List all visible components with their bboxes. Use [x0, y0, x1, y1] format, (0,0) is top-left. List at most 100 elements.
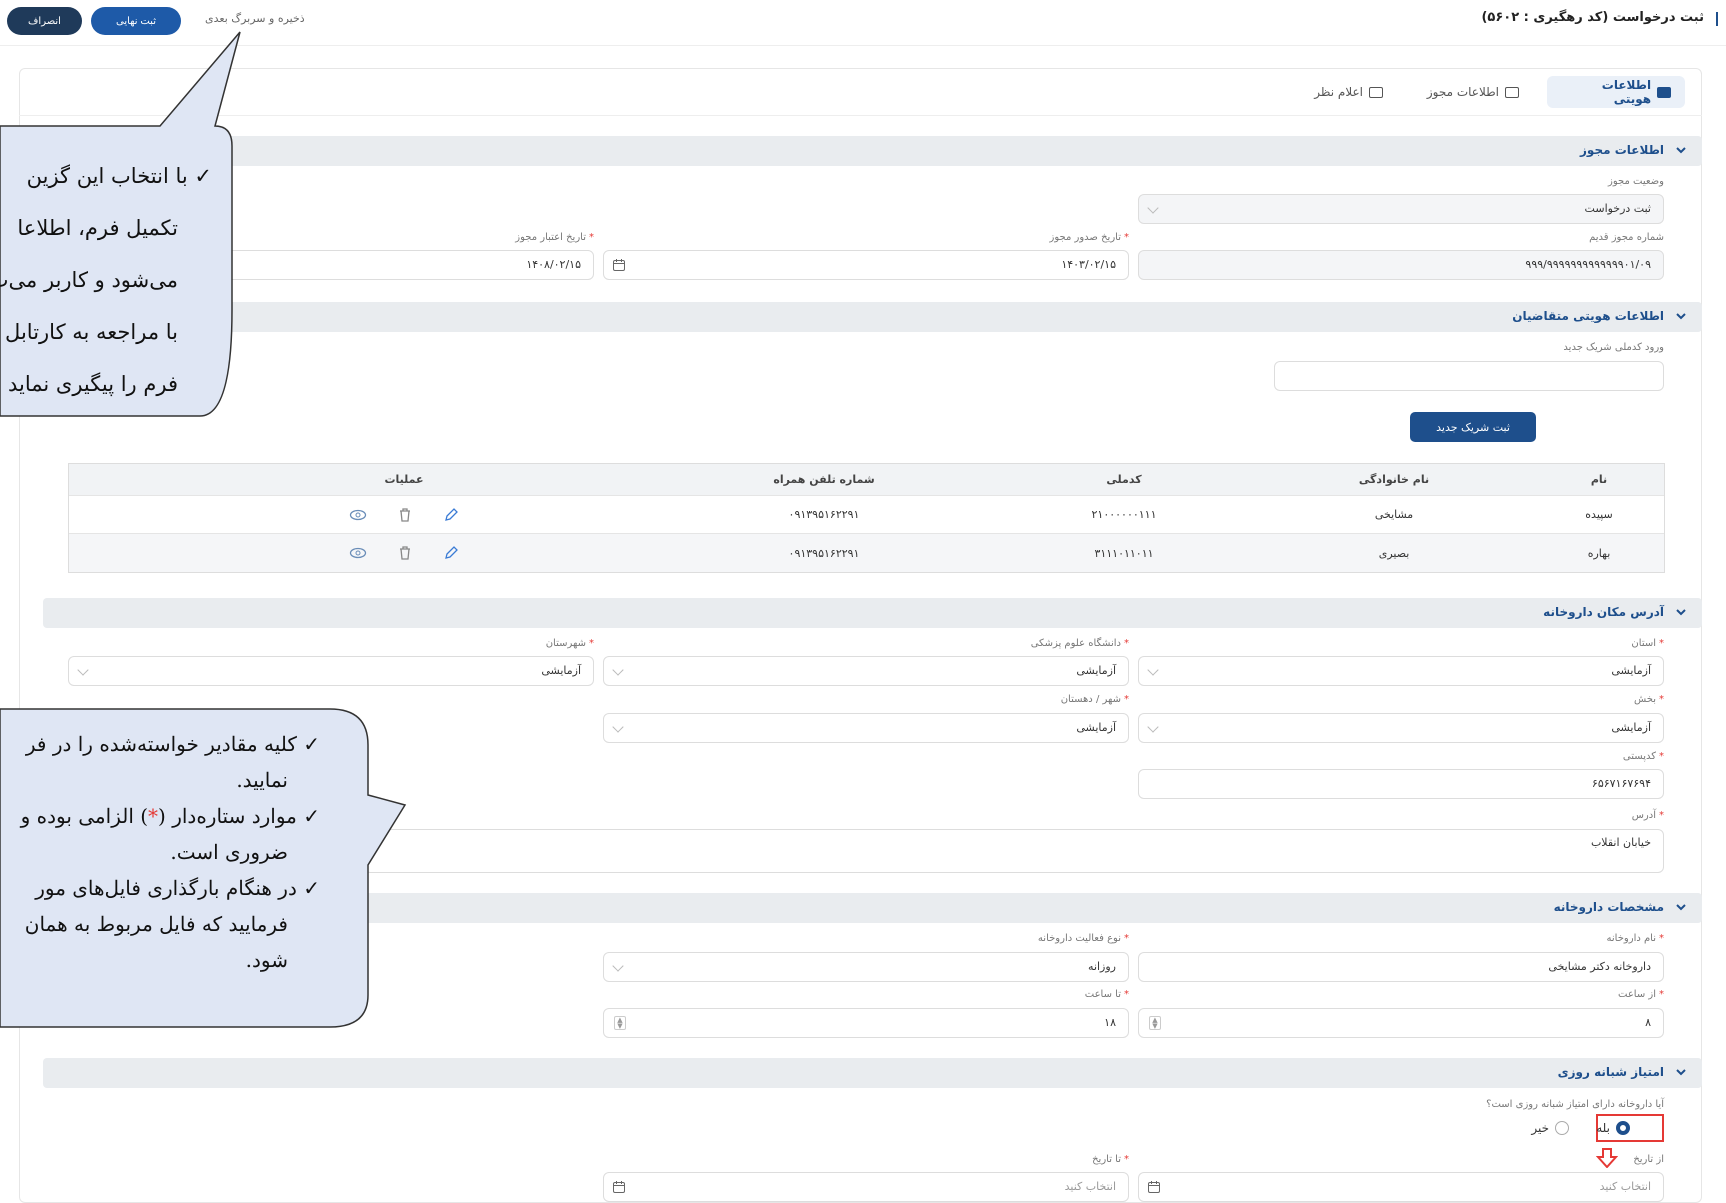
- section-night-header[interactable]: امتیاز شبانه روزی: [43, 1058, 1702, 1088]
- row-actions: [304, 496, 504, 533]
- chevron-down-icon: [612, 960, 624, 972]
- tab-opinion[interactable]: اعلام نظر: [1297, 76, 1397, 108]
- placeholder: انتخاب کنید: [1064, 1180, 1116, 1193]
- trash-icon[interactable]: [397, 545, 413, 561]
- check-icon: ✓: [303, 876, 320, 900]
- chevron-down-icon: [612, 664, 624, 676]
- callout-line: با مراجعه به کارتابل: [5, 320, 178, 344]
- chevron-down-icon: [1676, 1069, 1686, 1076]
- calendar-icon[interactable]: [1147, 1180, 1161, 1194]
- tab-label: اطلاعات هویتی: [1601, 78, 1652, 106]
- spinner-arrows-icon[interactable]: ▲ ▼: [1149, 1016, 1161, 1030]
- issue-date-label: *تاریخ صدور مجوز: [1049, 232, 1129, 243]
- select-value: آزمایشی: [1076, 664, 1116, 677]
- county-label: *شهرستان: [545, 638, 594, 649]
- back-indicator-icon[interactable]: [1716, 12, 1722, 26]
- tab-license[interactable]: اطلاعات مجوز: [1411, 76, 1533, 108]
- chevron-down-icon: [1147, 664, 1159, 676]
- cell-national-id: ۳۱۱۱۰۱۱۰۱۱: [1094, 546, 1154, 560]
- spinner-arrows-icon[interactable]: ▲ ▼: [614, 1016, 626, 1030]
- to-hour-label: *تا ساعت: [1084, 989, 1129, 1000]
- callout-text: ) الزامی بوده و: [20, 804, 149, 828]
- callout-text: کلیه مقادیر خواسته‌شده را در فر: [25, 732, 297, 756]
- from-date-field[interactable]: انتخاب کنید: [1138, 1172, 1664, 1202]
- check-icon: ✓: [303, 804, 320, 828]
- callout-line: فرمایید که فایل مربوط به همان: [24, 912, 288, 936]
- trash-icon[interactable]: [397, 507, 413, 523]
- folder-icon: [1369, 86, 1383, 98]
- label-text: تاریخ صدور مجوز: [1049, 232, 1121, 243]
- address-label: *آدرس: [1631, 810, 1664, 821]
- night-question-label: آیا داروخانه دارای امتیاز شبانه روزی است…: [1486, 1099, 1664, 1110]
- col-header: عملیات: [384, 473, 424, 486]
- section-address-header[interactable]: آدرس مکان داروخانه: [43, 598, 1702, 628]
- cell-first-name: بهاره: [1587, 546, 1611, 560]
- label-text: تا تاریخ: [1092, 1154, 1121, 1165]
- cell-first-name: سپیده: [1585, 508, 1613, 521]
- check-icon: ✓: [303, 732, 320, 756]
- label-text: آدرس: [1631, 810, 1656, 821]
- activity-type-select[interactable]: روزانه: [603, 952, 1129, 982]
- section-license-header[interactable]: اطلاعات مجوز: [43, 136, 1702, 166]
- issue-date-field[interactable]: ۱۴۰۳/۰۲/۱۵: [603, 250, 1129, 280]
- select-value: آزمایشی: [1076, 721, 1116, 734]
- select-value: آزمایشی: [541, 664, 581, 677]
- calendar-icon[interactable]: [612, 1180, 626, 1194]
- city-select[interactable]: آزمایشی: [603, 713, 1129, 743]
- select-value: روزانه: [1088, 960, 1116, 973]
- page-title: ثبت درخواست (کد رهگیری : ۵۶۰۲): [1481, 10, 1704, 25]
- pharmacy-name-field[interactable]: داروخانه دکتر مشایخی: [1138, 952, 1664, 982]
- add-partner-button[interactable]: ثبت شریک جدید: [1410, 412, 1536, 442]
- label-text: کدپستی: [1622, 751, 1656, 762]
- label-text: شهرستان: [545, 638, 586, 649]
- callout-line: می‌شود و کاربر می‌ت: [0, 268, 178, 292]
- eye-icon[interactable]: [349, 507, 367, 523]
- from-hour-label: *از ساعت: [1618, 989, 1664, 1000]
- eye-icon[interactable]: [349, 545, 367, 561]
- stepper-value: ۱۸: [1104, 1016, 1116, 1029]
- section-title: اطلاعات مجوز: [1580, 143, 1664, 157]
- old-license-number-field[interactable]: ۹۹۹/۹۹۹۹۹۹۹۹۹۹۹۹۹۰۱/۰۹: [1138, 250, 1664, 280]
- to-date-field[interactable]: انتخاب کنید: [603, 1172, 1129, 1202]
- callout-line: شود.: [245, 948, 288, 972]
- to-hour-stepper[interactable]: ۱۸ ▲ ▼: [603, 1008, 1129, 1038]
- label-text: شهر / دهستان: [1060, 694, 1121, 705]
- tab-identity[interactable]: اطلاعات هویتی: [1547, 76, 1685, 108]
- radio-yes[interactable]: [1616, 1121, 1630, 1135]
- check-icon: ✓: [194, 164, 212, 188]
- to-date-label: *تا تاریخ: [1092, 1154, 1129, 1165]
- label-text: تاریخ اعتبار مجوز: [515, 232, 586, 243]
- col-header: کدملی: [1106, 473, 1142, 486]
- callout-line: ✓ موارد ستاره‌دار (*) الزامی بوده و: [0, 798, 320, 834]
- tab-bar: اطلاعات هویتی اطلاعات مجوز اعلام نظر: [19, 68, 1702, 116]
- cell-national-id: ۲۱۰۰۰۰۰۰۱۱۱: [1091, 508, 1157, 521]
- section-applicants-header[interactable]: اطلاعات هویتی متقاضیان: [43, 302, 1702, 332]
- save-next-link[interactable]: ذخیره و سربرگ بعدی: [205, 12, 305, 25]
- label-text: از ساعت: [1618, 989, 1656, 1000]
- license-status-select[interactable]: ثبت درخواست: [1138, 194, 1664, 224]
- applicants-table: نام نام خانوادگی کدملی شماره تلفن همراه …: [68, 463, 1665, 573]
- university-select[interactable]: آزمایشی: [603, 656, 1129, 686]
- row-actions: [304, 534, 504, 572]
- callout-line: ضروری است.: [170, 840, 288, 864]
- label-text: دانشگاه علوم پزشکی: [1030, 638, 1121, 649]
- district-select[interactable]: آزمایشی: [1138, 713, 1664, 743]
- callout-bottom-text: ✓ کلیه مقادیر خواسته‌شده را در فر نمایید…: [0, 726, 320, 978]
- edit-pencil-icon[interactable]: [443, 545, 459, 561]
- tab-label: اعلام نظر: [1314, 85, 1363, 99]
- postal-code-field[interactable]: ۶۵۶۷۱۶۷۶۹۴: [1138, 769, 1664, 799]
- county-select[interactable]: آزمایشی: [68, 656, 594, 686]
- address-textarea[interactable]: خیابان انقلاب: [364, 829, 1664, 873]
- partner-id-input[interactable]: [1274, 361, 1664, 391]
- required-star: *: [148, 804, 159, 828]
- chevron-down-icon: [1147, 721, 1159, 733]
- callout-line: ✓ با انتخاب این گزین: [0, 150, 212, 202]
- folder-icon: [1505, 86, 1519, 98]
- city-label: *شهر / دهستان: [1060, 694, 1129, 705]
- province-select[interactable]: آزمایشی: [1138, 656, 1664, 686]
- calendar-icon[interactable]: [612, 258, 626, 272]
- from-hour-stepper[interactable]: ۸ ▲ ▼: [1138, 1008, 1664, 1038]
- select-value: آزمایشی: [1611, 664, 1651, 677]
- edit-pencil-icon[interactable]: [443, 507, 459, 523]
- radio-no[interactable]: [1555, 1121, 1569, 1135]
